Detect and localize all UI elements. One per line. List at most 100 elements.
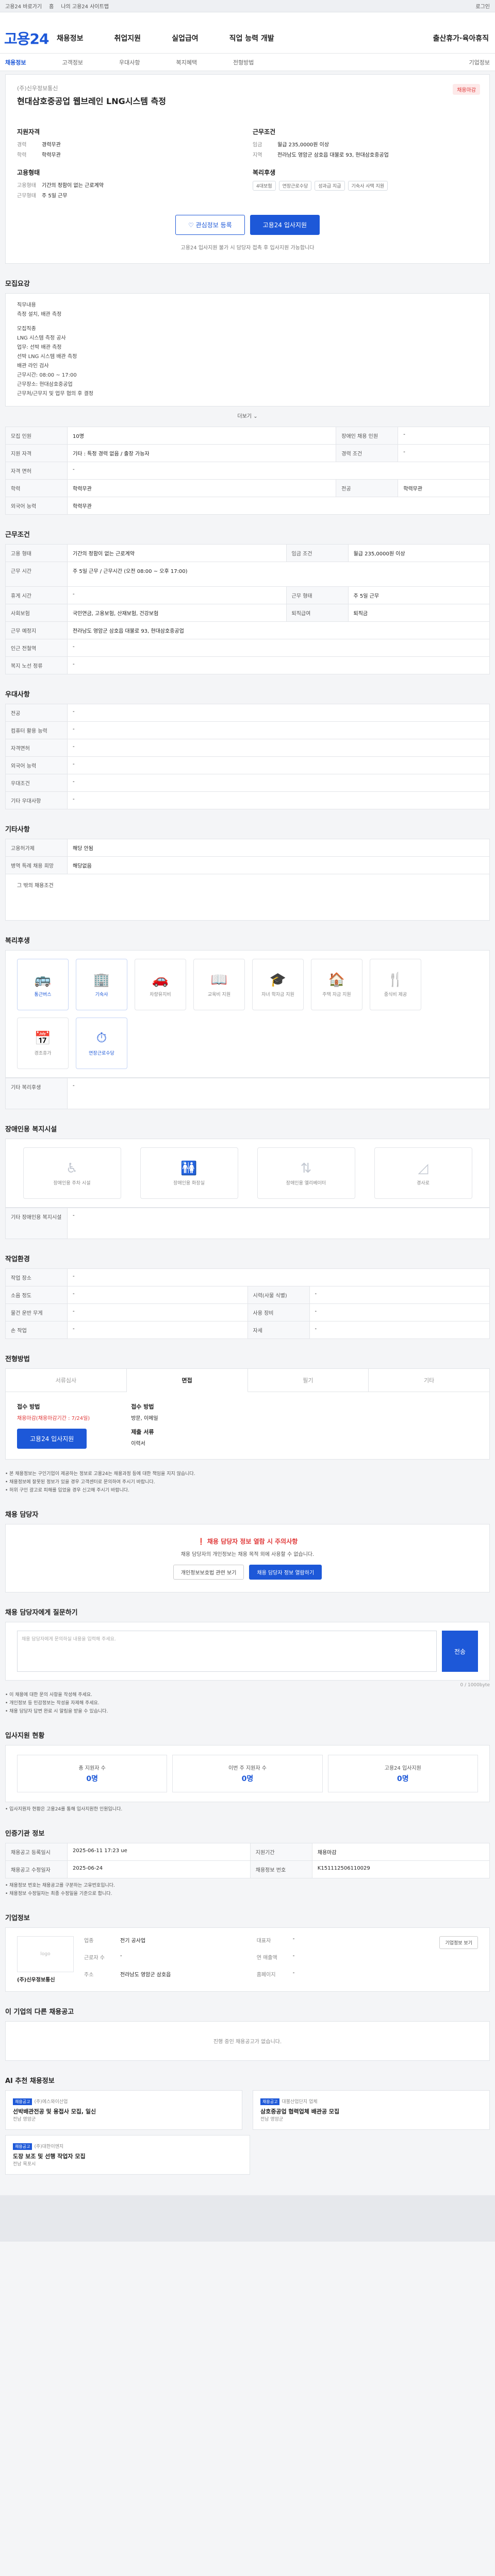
reco-company: 대불산업단지 업체 [282, 2099, 318, 2105]
cell-label: 작업 장소 [5, 1268, 68, 1286]
cell-value: - [67, 1268, 490, 1286]
cell-value: K151112506110029 [311, 1860, 490, 1878]
tab-process[interactable]: 전형방법 [233, 58, 254, 66]
cell-label: 사회보험 [5, 604, 68, 622]
cell-label: 전공 [336, 479, 399, 497]
heart-icon: ♡ [188, 222, 196, 229]
cell-label: 채용공고 등록일시 [5, 1843, 68, 1861]
reco-card[interactable]: 채용공고 대불산업단지 업체 삼호중공업 협력업체 배관공 모집 전남 영암군 [253, 2090, 490, 2130]
tab-document[interactable]: 서류심사 [6, 1369, 127, 1392]
reco-card[interactable]: 채용공고 (주)대한이엔지 도장 보조 및 선행 작업자 모집 전남 목포시 [5, 2135, 250, 2175]
cell-label: 병역 특례 채용 희망 [5, 856, 68, 874]
field-value: - [292, 1953, 295, 1959]
cell-value: - [398, 444, 490, 462]
company-name[interactable]: (주)신우정보통신 [17, 84, 478, 92]
cell-value: - [67, 704, 490, 722]
nav-item-leave[interactable]: 출산휴가·육아휴직 [433, 33, 489, 43]
tab-written[interactable]: 필기 [248, 1369, 369, 1392]
cell-label: 근무 예정지 [5, 621, 68, 639]
tab-welfare[interactable]: 복지혜택 [176, 58, 196, 66]
field-value: - [292, 1970, 295, 1976]
nav-item-training[interactable]: 직업 능력 개발 [229, 33, 274, 43]
privacy-law-button[interactable]: 개인정보보호법 관련 보기 [173, 1565, 244, 1580]
login-link[interactable]: 로그인 [475, 2, 490, 10]
send-button[interactable]: 전송 [442, 1631, 478, 1672]
welfare-extra-table: 기타 복리후생 - [5, 1078, 490, 1109]
tab-company[interactable]: 기업정보 [469, 58, 490, 66]
nav-item-support[interactable]: 취업지원 [114, 33, 141, 43]
company-info-button[interactable]: 기업정보 보기 [439, 1936, 478, 1949]
byte-counter: 0 / 1000byte [460, 1683, 490, 1688]
welfare-item: 🎓 자녀 학자금 지원 [252, 959, 304, 1010]
cell-label: 학력 [5, 479, 68, 497]
inquiry-textarea[interactable]: 채용 담당자에게 문의하실 내용을 입력해 주세요. [17, 1631, 437, 1672]
extra-conditions: 그 밖의 채용조건 [5, 874, 490, 921]
welfare-chip: 성과급 지급 [315, 181, 345, 191]
stat-label: 고용24 입사지원 [384, 1766, 421, 1771]
welfare-label: 중식비 제공 [384, 992, 407, 997]
env-table: 작업 장소 - 소음 정도 - 시력(사물 식별) - 물건 운반 무게 - 사용 장비 - … [5, 1268, 490, 1339]
submit-value: 이력서 [131, 1441, 145, 1447]
cell-value: 국민연금, 고용보험, 산재보험, 건강보험 [67, 604, 287, 622]
facility-item: ◿ 경사로 [374, 1147, 472, 1199]
reco-card[interactable]: 채용공고 (주)에스와이산업 선박배관전공 및 용접사 모집, 일신 전남 영암군 [5, 2090, 242, 2130]
apply-button[interactable]: 고용24 입사지원 [250, 215, 320, 235]
tab-condition[interactable]: 고객정보 [62, 58, 82, 66]
nav-item-jobs[interactable]: 채용정보 [57, 33, 84, 43]
cell-label: 경력 조건 [336, 444, 399, 462]
field-value: 학력무관 [42, 152, 61, 158]
utility-link[interactable]: 홈 [49, 2, 54, 10]
reco-list: 채용공고 (주)에스와이산업 선박배관전공 및 용접사 모집, 일신 전남 영암군 채… [5, 2090, 490, 2135]
process-notes: • 본 채용정보는 구인기업이 제공하는 정보로 고용24는 채용과정 등에 대… [5, 1470, 490, 1495]
doc-label: 접수 방법 [131, 1403, 154, 1410]
cell-label: 자격 면허 [5, 462, 68, 480]
welfare-label: 주택 자금 지원 [322, 992, 351, 997]
edu-icon: 📖 [210, 972, 228, 988]
cell-value: 2025-06-24 [67, 1860, 251, 1878]
cell-value: - [67, 774, 490, 792]
welfare-item: ⏱ 연장근로수당 [76, 1018, 127, 1069]
company-card-name[interactable]: (주)신우정보통신 [17, 1975, 74, 1983]
field-value: - [120, 1953, 122, 1959]
note-line: • 채용정보에 잘못된 정보가 있을 경우 고객센터로 문의하여 주시기 바랍니… [5, 1480, 155, 1485]
view-contact-button[interactable]: 채용 담당자 정보 열람하기 [249, 1565, 322, 1580]
method-value: 채용마감(채용마감기간 : 7/24일) [17, 1416, 90, 1421]
cell-label: 채용공고 수정일자 [5, 1860, 68, 1878]
section-title-disabled: 장애인용 복지시설 [5, 1126, 57, 1133]
cell-value: 10명 [67, 427, 337, 445]
etc-table: 고용허가제 해당 안됨 병역 특례 채용 희망 해당없음 [5, 839, 490, 874]
process-apply-button[interactable]: 고용24 입사지원 [17, 1429, 87, 1449]
stat-value: 0명 [397, 1775, 409, 1783]
desc-line: 측정 설치, 배관 측정 [17, 312, 62, 317]
disabled-grid: ♿ 장애인용 주차 시설 🚻 장애인용 화장실 ⇅ 장애인용 엘리베이터 ◿ 경사로 [5, 1139, 490, 1208]
field-label: 주소 [84, 1972, 94, 1978]
cell-label: 소음 정도 [5, 1286, 68, 1304]
welfare-heading: 복리후생 [253, 169, 276, 176]
welfare-item: 📖 교육비 지원 [193, 959, 245, 1010]
site-footer [0, 2195, 495, 2242]
utility-link[interactable]: 고용24 바로가기 [5, 2, 42, 10]
field-label: 근무형태 [17, 193, 36, 199]
welfare-chip: 4대보험 [253, 181, 276, 191]
section-title-company: 기업정보 [5, 1914, 30, 1922]
section-title-recruit: 모집요강 [5, 280, 30, 288]
process-tabs: 서류심사 면접 필기 기타 [5, 1368, 490, 1392]
warn-title: 채용 담당자 정보 열람 시 주의사항 [207, 1538, 298, 1545]
cell-value: - [67, 721, 490, 739]
nav-item-benefit[interactable]: 실업급여 [172, 33, 199, 43]
tab-other[interactable]: 기타 [369, 1369, 490, 1392]
site-logo[interactable]: 고용24 [4, 28, 49, 48]
note-line: • 허위 구인 광고로 피해를 입었을 경우 신고해 주시기 바랍니다. [5, 1488, 129, 1493]
tab-preference[interactable]: 우대사항 [119, 58, 140, 66]
cell-label: 전공 [5, 704, 68, 722]
more-button[interactable]: 더보기 ⌄ [5, 412, 490, 419]
welfare-item: 🏢 기숙사 [76, 959, 127, 1010]
note-line: • 개인정보 등 민감정보는 작성을 자제해 주세요. [5, 1701, 100, 1706]
tab-interview[interactable]: 면접 [126, 1369, 248, 1392]
calendar-icon: 📅 [34, 1030, 52, 1046]
tab-recruit[interactable]: 채용정보 [5, 58, 26, 66]
warn-text: 채용 담당자의 개인정보는 채용 목적 외에 사용할 수 없습니다. [180, 1552, 315, 1557]
utility-link[interactable]: 나의 고용24 사이트맵 [61, 2, 109, 10]
add-interest-button[interactable]: ♡ 관심정보 등록 [175, 215, 245, 235]
cell-value: 주 5일 근무 [348, 586, 490, 604]
